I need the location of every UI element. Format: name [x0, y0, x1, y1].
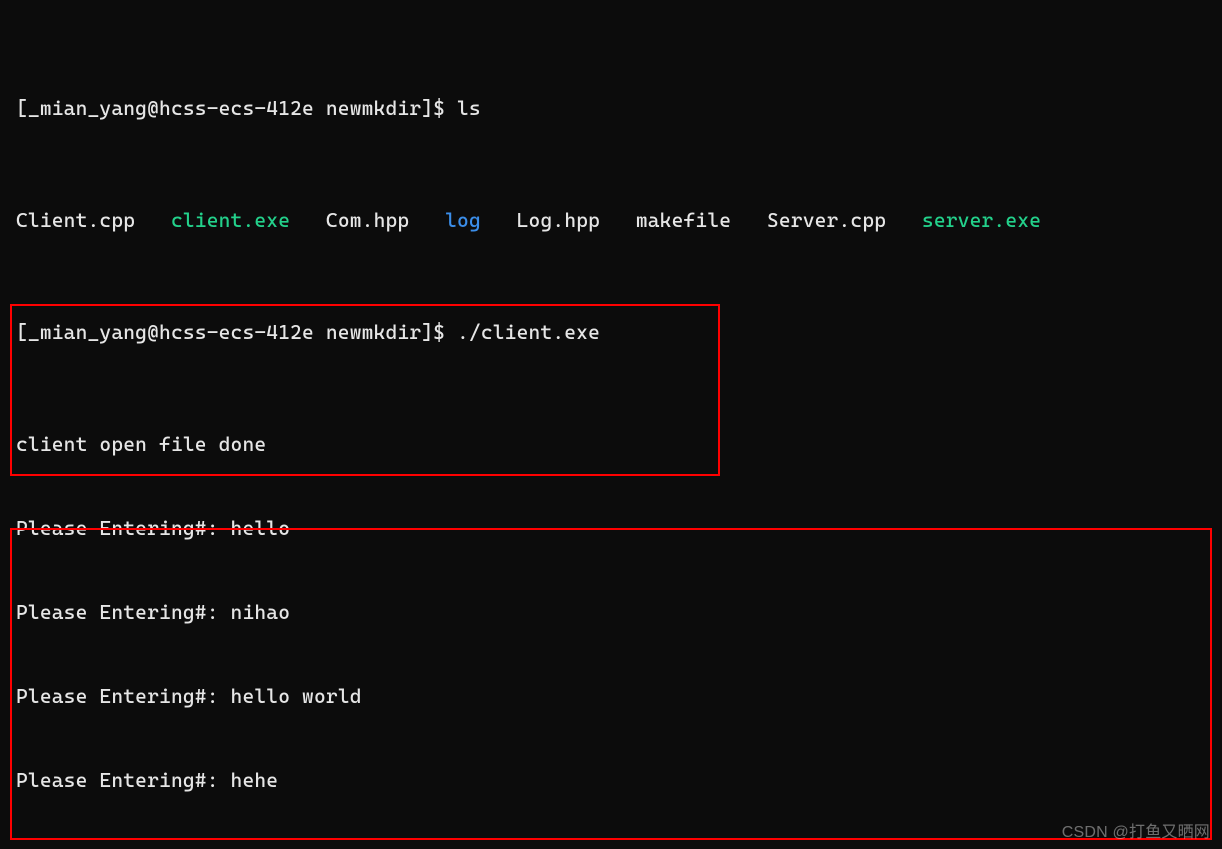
- prompt: [_mian_yang@hcss-ecs-412e newmkdir]$: [16, 320, 457, 344]
- ls-output: Client.cpp client.exe Com.hpp log Log.hp…: [16, 206, 1218, 234]
- file-makefile: makefile: [636, 208, 731, 232]
- dir-log: log: [445, 208, 481, 232]
- file-server-exe: server.exe: [922, 208, 1041, 232]
- file-com-hpp: Com.hpp: [326, 208, 409, 232]
- client-input-1: Please Entering#: hello: [16, 514, 1218, 542]
- terminal-line: [_mian_yang@hcss-ecs-412e newmkdir]$ ./c…: [16, 318, 1218, 346]
- client-input-4: Please Entering#: hehe: [16, 766, 1218, 794]
- watermark: CSDN @打鱼又晒网: [1062, 819, 1210, 847]
- client-open: client open file done: [16, 430, 1218, 458]
- terminal-window[interactable]: [_mian_yang@hcss-ecs-412e newmkdir]$ ls …: [0, 0, 1222, 849]
- prompt: [_mian_yang@hcss-ecs-412e newmkdir]$: [16, 96, 457, 120]
- cmd-run-client: ./client.exe: [457, 320, 600, 344]
- file-server-cpp: Server.cpp: [767, 208, 886, 232]
- file-log-hpp: Log.hpp: [517, 208, 600, 232]
- client-input-3: Please Entering#: hello world: [16, 682, 1218, 710]
- file-client-exe: client.exe: [171, 208, 290, 232]
- terminal-line: [_mian_yang@hcss-ecs-412e newmkdir]$ ls: [16, 94, 1218, 122]
- file-client-cpp: Client.cpp: [16, 208, 135, 232]
- client-input-2: Please Entering#: nihao: [16, 598, 1218, 626]
- cmd-ls: ls: [457, 96, 481, 120]
